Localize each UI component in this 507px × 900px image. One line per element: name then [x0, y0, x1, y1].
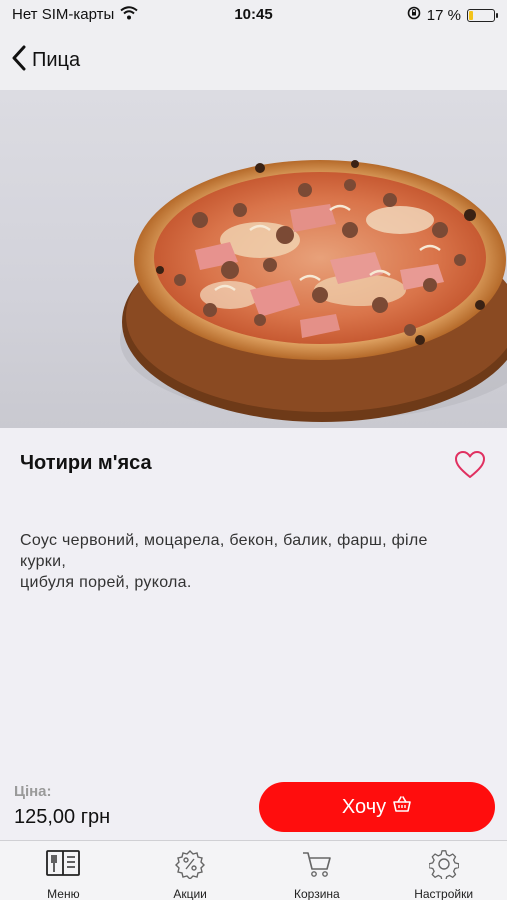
add-to-cart-label: Хочу	[341, 795, 387, 818]
status-bar: Нет SIM-карты 10:45 17 %	[0, 0, 507, 30]
tab-bar: Меню Акции Корзина Настройки	[0, 840, 507, 900]
description-line: Соус червоний, моцарела, бекон, балик, ф…	[20, 532, 428, 549]
tab-label: Меню	[47, 887, 80, 900]
pizza-photo	[0, 90, 507, 428]
basket-icon	[392, 795, 412, 819]
description-line: цибуля порей, рукола.	[20, 574, 192, 591]
product-title: Чотири м'яса	[20, 452, 152, 474]
favorite-button[interactable]	[454, 450, 486, 480]
battery-percent: 17 %	[426, 6, 461, 24]
product-description: Соус червоний, моцарела, бекон, балик, ф…	[20, 530, 490, 593]
tab-label: Настройки	[414, 887, 474, 900]
description-line: курки,	[20, 553, 67, 570]
tab-settings[interactable]: Настройки	[380, 841, 507, 900]
rotation-lock-icon	[407, 6, 421, 24]
tab-label: Корзина	[294, 887, 340, 900]
tab-promotions[interactable]: Акции	[127, 841, 254, 900]
chevron-left-icon	[10, 45, 28, 76]
navigation-bar: Пица	[0, 30, 507, 90]
menu-book-icon	[45, 849, 81, 884]
heart-outline-icon	[454, 451, 486, 484]
back-label: Пица	[32, 48, 81, 71]
price-value: 125,00 грн	[14, 806, 111, 828]
cart-icon	[301, 849, 333, 884]
percent-gear-icon	[175, 849, 206, 884]
gear-icon	[427, 849, 460, 884]
tab-cart[interactable]: Корзина	[254, 841, 381, 900]
tab-menu[interactable]: Меню	[0, 841, 127, 900]
tab-label: Акции	[173, 887, 207, 900]
back-button[interactable]: Пица	[10, 40, 80, 80]
add-to-cart-button[interactable]: Хочу	[259, 782, 495, 832]
price-label: Ціна:	[14, 783, 52, 800]
battery-icon	[467, 8, 498, 22]
